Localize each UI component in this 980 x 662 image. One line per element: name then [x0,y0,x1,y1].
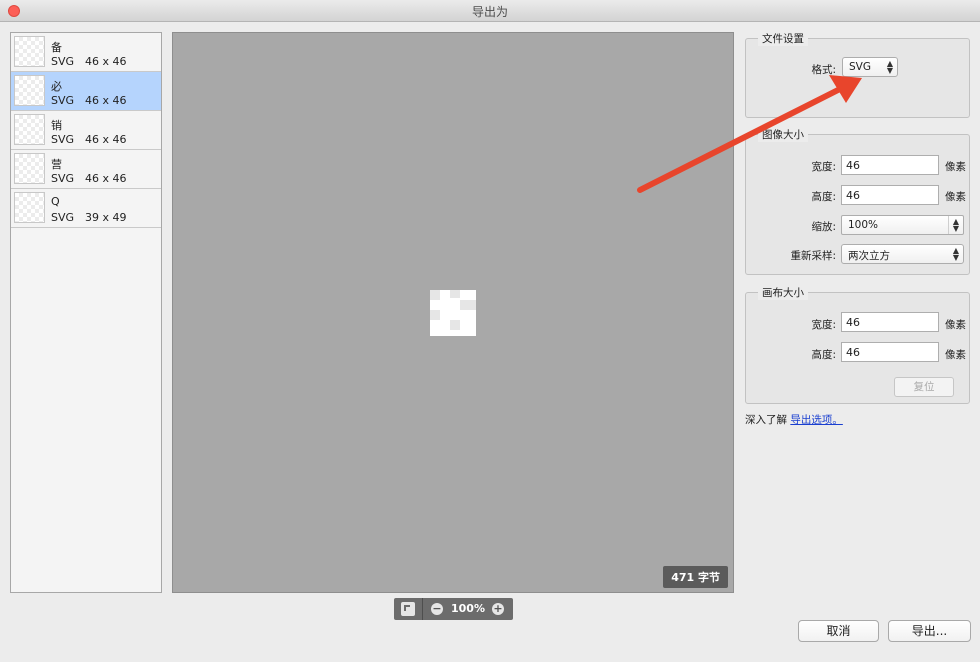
zoom-in-icon[interactable]: + [492,603,504,615]
canvas-width-unit: 像素 [945,319,966,331]
file-settings-group: 文件设置 格式: SVG ▲ ▼ [745,31,970,118]
updown-arrows-icon: ▲ ▼ [952,246,959,262]
asset-name: Q [51,195,60,208]
asset-format: SVG [51,211,75,224]
format-label: 格式: [811,64,836,76]
asset-item[interactable]: 备 SVG 46 x 46 [11,33,161,72]
export-button[interactable]: 导出... [888,620,971,642]
zoom-out-icon[interactable]: − [431,603,443,615]
canvas-width-label: 宽度: [811,319,836,331]
stepper-divider [948,216,949,234]
image-size-title: 图像大小 [758,127,808,142]
export-options-link[interactable]: 导出选项。 [790,414,843,426]
resample-value: 两次立方 [848,250,890,262]
asset-name: 销 [51,119,62,132]
asset-item[interactable]: 营 SVG 46 x 46 [11,150,161,189]
image-height-unit: 像素 [945,191,966,203]
asset-thumbnail [14,36,45,67]
asset-format: SVG [51,55,75,68]
asset-name: 营 [51,158,62,171]
asset-item[interactable]: 销 SVG 46 x 46 [11,111,161,150]
file-size-badge: 471 字节 [663,566,728,588]
asset-thumbnail [14,153,45,184]
canvas-height-field[interactable]: 46 [841,342,939,362]
asset-item[interactable]: Q SVG 39 x 49 [11,189,161,228]
asset-size: 39 x 49 [85,211,127,224]
preview-pane: 471 字节 [172,32,734,593]
asset-format: SVG [51,94,75,107]
image-height-label: 高度: [811,191,836,203]
asset-size: 46 x 46 [85,133,127,146]
image-size-group: 图像大小 宽度: 46 像素 高度: 46 像素 缩放: 100% ▲ ▼ 重新采… [745,127,970,275]
window-title: 导出为 [471,5,508,19]
asset-name: 备 [51,41,62,54]
canvas-height-label: 高度: [811,349,836,361]
canvas-size-group: 画布大小 宽度: 46 像素 高度: 46 像素 复位 [745,285,970,404]
asset-size: 46 x 46 [85,94,127,107]
preview-image [430,290,476,336]
asset-name: 必 [51,80,62,93]
canvas-width-field[interactable]: 46 [841,312,939,332]
scale-value: 100% [848,219,879,231]
format-select[interactable]: SVG ▲ ▼ [842,57,898,77]
learn-more-prefix: 深入了解 [745,414,787,426]
asset-size: 46 x 46 [85,55,127,68]
scale-combo[interactable]: 100% ▲ ▼ [841,215,964,235]
zoom-separator [422,598,423,620]
resample-label: 重新采样: [790,250,836,262]
reset-button[interactable]: 复位 [894,377,954,397]
canvas-height-unit: 像素 [945,349,966,361]
fit-to-window-icon[interactable] [401,602,415,616]
image-width-label: 宽度: [811,161,836,173]
asset-thumbnail [14,192,45,223]
image-height-field[interactable]: 46 [841,185,939,205]
canvas-size-title: 画布大小 [758,285,808,300]
zoom-bar: − 100% + [394,598,513,620]
zoom-level: 100% [451,602,485,615]
file-settings-title: 文件设置 [758,31,808,46]
asset-thumbnail [14,114,45,145]
learn-more-text: 深入了解 导出选项。 [745,412,843,427]
asset-size: 46 x 46 [85,172,127,185]
asset-format: SVG [51,133,75,146]
asset-format: SVG [51,172,75,185]
cancel-button[interactable]: 取消 [798,620,879,642]
format-value: SVG [849,61,871,73]
asset-item-selected[interactable]: 必 SVG 46 x 46 [11,72,161,111]
scale-label: 缩放: [811,221,836,233]
stepper-arrows-icon[interactable]: ▲ ▼ [953,218,959,233]
image-width-unit: 像素 [945,161,966,173]
title-bar: 导出为 [0,0,980,22]
resample-select[interactable]: 两次立方 ▲ ▼ [841,244,964,264]
image-width-field[interactable]: 46 [841,155,939,175]
updown-arrows-icon: ▲ ▼ [886,59,893,75]
asset-thumbnail [14,75,45,106]
asset-list: 备 SVG 46 x 46 必 SVG 46 x 46 销 SVG 46 x 4… [10,32,162,593]
